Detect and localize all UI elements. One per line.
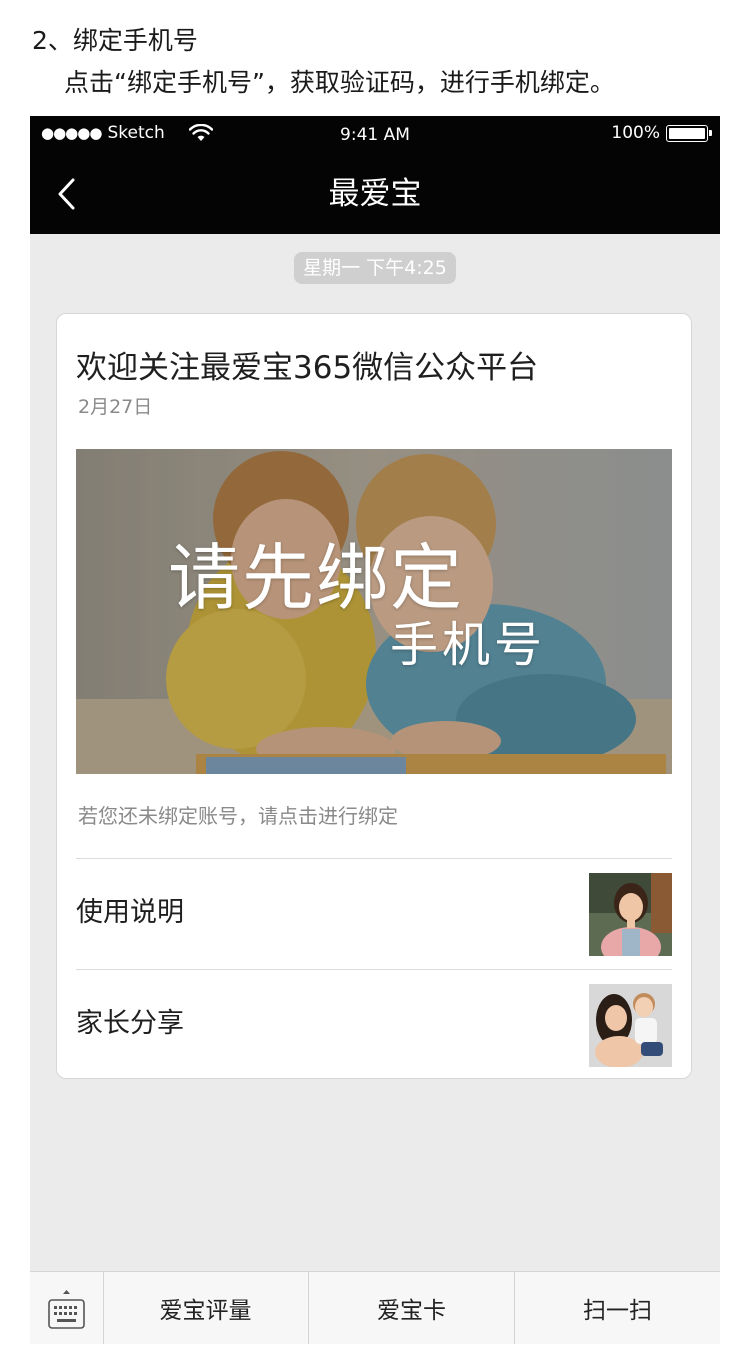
mother-child-photo — [589, 984, 672, 1067]
battery-tip — [709, 129, 712, 136]
timestamp-badge: 星期一 下午4:25 — [294, 252, 456, 284]
status-right: 100% — [611, 123, 712, 143]
menu-item-aibao-card[interactable]: 爱宝卡 — [309, 1272, 515, 1344]
doc-step-heading: 2、绑定手机号 — [32, 26, 198, 55]
hero-subheadline: 手机号 — [390, 617, 547, 673]
navigation-bar: 最爱宝 — [30, 154, 720, 234]
menu-item-scan[interactable]: 扫一扫 — [515, 1272, 720, 1344]
article-title: 欢迎关注最爱宝365微信公众平台 — [76, 350, 539, 386]
keyboard-toggle-button[interactable] — [30, 1272, 104, 1344]
custom-menu-bar: 爱宝评量 爱宝卡 扫一扫 — [30, 1271, 720, 1344]
list-item-parent-sharing[interactable]: 家长分享 — [76, 970, 672, 1080]
hero-headline: 请先绑定 — [168, 536, 465, 620]
list-item-label: 家长分享 — [76, 1008, 184, 1039]
menu-items: 爱宝评量 爱宝卡 扫一扫 — [103, 1272, 720, 1344]
article-description: 若您还未绑定账号，请点击进行绑定 — [78, 804, 398, 828]
article-cover-image[interactable]: 请先绑定 手机号 — [76, 449, 672, 774]
battery-percentage: 100% — [611, 123, 660, 143]
status-bar: ●●●●● Sketch 9:41 AM 100% — [30, 116, 720, 154]
teacher-photo — [589, 873, 672, 956]
page-title: 最爱宝 — [328, 176, 422, 212]
article-card[interactable]: 欢迎关注最爱宝365微信公众平台 2月27日 请先绑定 手机号 若您还未绑定账号… — [56, 313, 692, 1079]
chat-timestamp: 星期一 下午4:25 — [30, 252, 720, 284]
keyboard-icon — [48, 1290, 85, 1329]
article-date: 2月27日 — [78, 396, 153, 418]
battery-fill — [669, 127, 705, 139]
list-item-label: 使用说明 — [76, 897, 184, 928]
phone-screen: ●●●●● Sketch 9:41 AM 100% 最爱宝 星期一 下午4:25… — [30, 116, 720, 1344]
list-item-usage-guide[interactable]: 使用说明 — [76, 859, 672, 969]
battery-icon — [666, 124, 712, 142]
doc-step-description: 点击“绑定手机号”，获取验证码，进行手机绑定。 — [64, 68, 615, 97]
doc-header: 2、绑定手机号 点击“绑定手机号”，获取验证码，进行手机绑定。 — [32, 24, 732, 100]
menu-item-aibao-assessment[interactable]: 爱宝评量 — [103, 1272, 309, 1344]
